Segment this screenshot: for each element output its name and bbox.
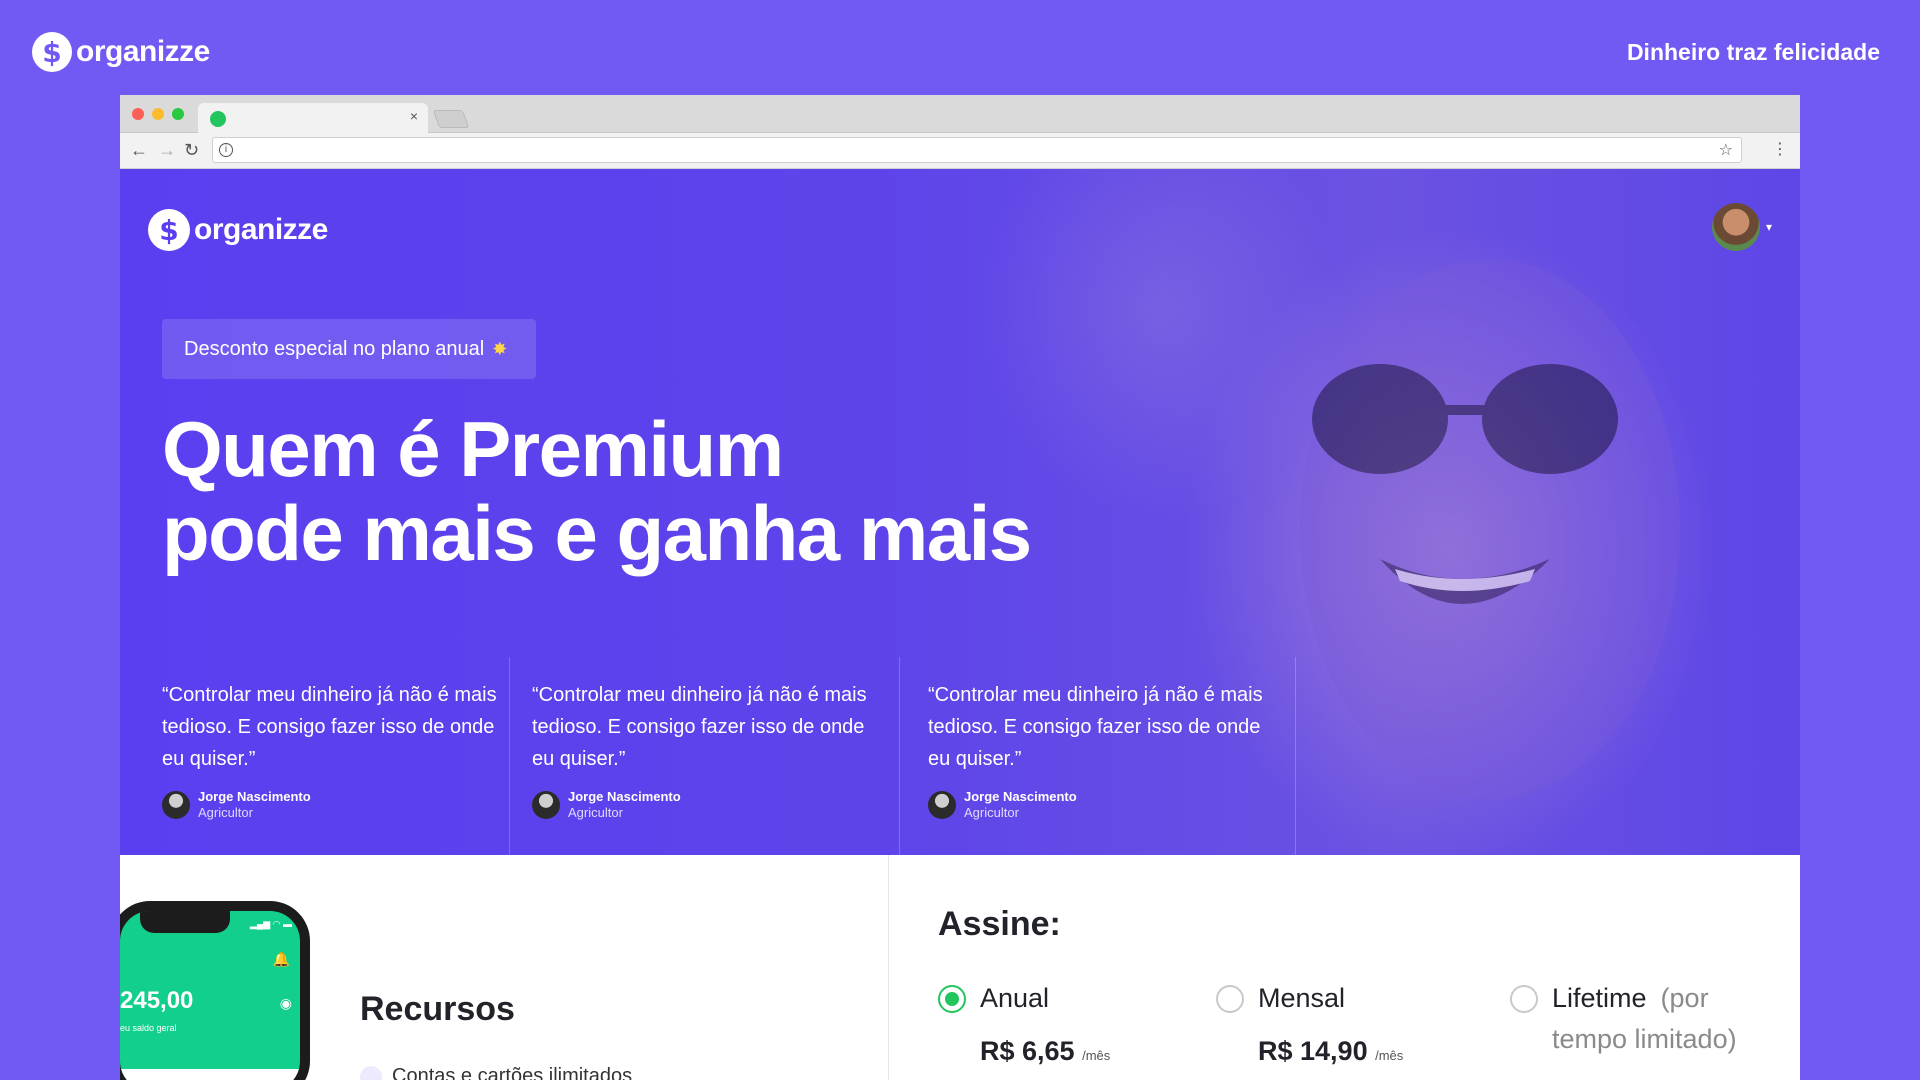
outer-logo[interactable]: $ organizze: [32, 32, 210, 72]
hero-logo-text: organizze: [194, 213, 328, 246]
browser-tab-active[interactable]: ×: [198, 103, 428, 133]
headline-line-1: Quem é Premium: [162, 405, 784, 493]
phone-balance: 245,00: [120, 987, 194, 1014]
organizze-logo-icon: $: [32, 32, 72, 72]
author-role: Agricultor: [568, 805, 623, 820]
testimonial-quote: “Controlar meu dinheiro já não é mais te…: [928, 684, 1263, 770]
price-period: /mês: [1082, 1048, 1111, 1063]
plan-price: R$ 14,90 /mês: [1258, 1036, 1403, 1067]
testimonial-author: Jorge Nascimento Agricultor: [532, 789, 899, 821]
phone-status-icons: ▂▄▆ ◠ ▬: [249, 919, 292, 929]
testimonial-author: Jorge Nascimento Agricultor: [162, 789, 509, 821]
content-section: ▂▄▆ ◠ ▬ 🔔 245,00 ◉ eu saldo geral Recurs…: [120, 855, 1800, 1080]
eye-icon: ◉: [279, 995, 292, 1011]
author-role: Agricultor: [198, 805, 253, 820]
site-info-icon[interactable]: i: [219, 143, 233, 157]
plan-row[interactable]: Anual: [938, 983, 1110, 1014]
plan-row[interactable]: Lifetime (por: [1510, 983, 1737, 1014]
plan-option-lifetime[interactable]: Lifetime (por tempo limitado): [1510, 983, 1737, 1055]
hero-logo[interactable]: $ organizze: [148, 209, 328, 251]
author-name: Jorge Nascimento: [198, 789, 311, 804]
browser-menu-icon[interactable]: ⋮: [1772, 139, 1788, 159]
outer-tagline: Dinheiro traz felicidade: [1626, 39, 1880, 65]
phone-notch: [140, 911, 230, 933]
radio-button[interactable]: [938, 984, 966, 1013]
hero-section: $ organizze ▾ Desconto especial no plano…: [120, 169, 1800, 855]
phone-balance-label: eu saldo geral: [120, 1023, 177, 1033]
radio-button[interactable]: [1216, 984, 1244, 1013]
testimonial-card: “Controlar meu dinheiro já não é mais te…: [900, 657, 1296, 855]
price-value: R$ 14,90: [1258, 1036, 1368, 1066]
plan-option-mensal[interactable]: Mensal R$ 14,90 /mês: [1216, 983, 1403, 1067]
forward-arrow-icon[interactable]: →: [158, 140, 176, 161]
plan-name: Anual: [980, 983, 1050, 1013]
author-name: Jorge Nascimento: [964, 789, 1077, 804]
author-avatar: [928, 791, 956, 819]
testimonial-card: “Controlar meu dinheiro já não é mais te…: [120, 657, 510, 855]
testimonials: “Controlar meu dinheiro já não é mais te…: [120, 657, 1300, 855]
window-controls: [132, 108, 184, 120]
author-role: Agricultor: [964, 805, 1019, 820]
recursos-item-text: Contas e cartões ilimitados: [392, 1065, 633, 1080]
outer-logo-text: organizze: [76, 35, 210, 68]
testimonial-quote: “Controlar meu dinheiro já não é mais te…: [532, 684, 867, 770]
plan-option-anual[interactable]: Anual R$ 6,65 /mês: [938, 983, 1110, 1067]
price-period: /mês: [1375, 1048, 1404, 1063]
browser-toolbar: ← → ↻ i ☆ ⋮: [120, 133, 1800, 169]
price-value: R$ 6,65: [980, 1036, 1075, 1066]
phone-mockup: ▂▄▆ ◠ ▬ 🔔 245,00 ◉ eu saldo geral: [120, 901, 310, 1080]
testimonial-quote: “Controlar meu dinheiro já não é mais te…: [162, 684, 497, 770]
new-tab-button[interactable]: [432, 110, 470, 128]
plan-note-line-2: tempo limitado): [1552, 1024, 1737, 1054]
phone-screen: ▂▄▆ ◠ ▬ 🔔 245,00 ◉ eu saldo geral: [120, 911, 300, 1080]
radio-button[interactable]: [1510, 984, 1538, 1013]
plan-name: Mensal: [1258, 983, 1346, 1013]
list-item: Contas e cartões ilimitados: [360, 1065, 632, 1080]
bell-icon: 🔔: [272, 951, 290, 967]
plan-row[interactable]: Mensal: [1216, 983, 1403, 1014]
tab-close-icon[interactable]: ×: [410, 108, 418, 124]
phone-content-area: [120, 1069, 300, 1080]
divider: [888, 855, 889, 1080]
address-bar[interactable]: i ☆: [212, 137, 1742, 163]
maximize-window-icon[interactable]: [172, 108, 184, 120]
author-avatar: [162, 791, 190, 819]
recursos-title: Recursos: [360, 990, 515, 1028]
reload-icon[interactable]: ↻: [184, 140, 199, 161]
plan-price: R$ 6,65 /mês: [980, 1036, 1110, 1067]
author-name: Jorge Nascimento: [568, 789, 681, 804]
author-avatar: [532, 791, 560, 819]
testimonial-author: Jorge Nascimento Agricultor: [928, 789, 1295, 821]
sparkle-icon: ✸: [492, 338, 508, 359]
minimize-window-icon[interactable]: [152, 108, 164, 120]
discount-badge: Desconto especial no plano anual ✸: [162, 319, 536, 379]
bookmark-star-icon[interactable]: ☆: [1719, 140, 1733, 160]
close-window-icon[interactable]: [132, 108, 144, 120]
avatar: [1711, 203, 1760, 251]
organizze-logo-icon: $: [148, 209, 190, 251]
chevron-down-icon: ▾: [1765, 220, 1772, 234]
check-icon: [360, 1065, 382, 1080]
browser-window: × ← → ↻ i ☆ ⋮ $ organizze ▾ Desconto esp…: [120, 95, 1800, 1080]
favicon-icon: [210, 111, 226, 127]
back-arrow-icon[interactable]: ←: [130, 140, 148, 161]
page-title: Quem é Premium pode mais e ganha mais: [162, 405, 1032, 577]
user-menu[interactable]: ▾: [1711, 203, 1772, 251]
testimonial-card: “Controlar meu dinheiro já não é mais te…: [510, 657, 900, 855]
assine-title: Assine:: [938, 905, 1061, 943]
plan-name: Lifetime: [1552, 983, 1647, 1013]
plan-note: (por: [1660, 983, 1709, 1013]
headline-line-2: pode mais e ganha mais: [162, 489, 1032, 577]
badge-text: Desconto especial no plano anual: [184, 337, 485, 360]
browser-tab-bar: ×: [120, 95, 1800, 133]
